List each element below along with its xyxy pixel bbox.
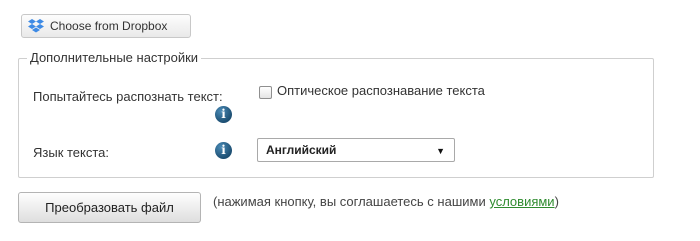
language-label: Язык текста: — [33, 145, 110, 160]
language-select[interactable]: Английский ▼ — [257, 138, 455, 162]
dropbox-icon — [28, 19, 44, 33]
additional-settings-legend: Дополнительные настройки — [27, 50, 202, 65]
dropbox-button-label: Choose from Dropbox — [50, 19, 168, 33]
terms-consent-text: (нажимая кнопку, вы соглашаетесь с нашим… — [213, 192, 653, 212]
additional-settings-fieldset: Дополнительные настройки Попытайтесь рас… — [18, 50, 654, 178]
ocr-label: Попытайтесь распознать текст: — [33, 89, 223, 104]
language-select-value: Английский — [266, 143, 337, 157]
choose-from-dropbox-button[interactable]: Choose from Dropbox — [21, 14, 191, 38]
dropdown-arrow-icon: ▼ — [436, 146, 445, 156]
consent-suffix: ) — [554, 194, 559, 209]
convert-file-button[interactable]: Преобразовать файл — [18, 192, 201, 223]
ocr-checkbox[interactable] — [259, 86, 272, 99]
info-icon[interactable]: i — [215, 142, 232, 159]
info-icon[interactable]: i — [215, 106, 232, 123]
consent-prefix: (нажимая кнопку, вы соглашаетесь с нашим… — [213, 194, 486, 209]
terms-link[interactable]: условиями — [489, 194, 554, 209]
ocr-checkbox-label[interactable]: Оптическое распознавание текста — [277, 83, 485, 98]
